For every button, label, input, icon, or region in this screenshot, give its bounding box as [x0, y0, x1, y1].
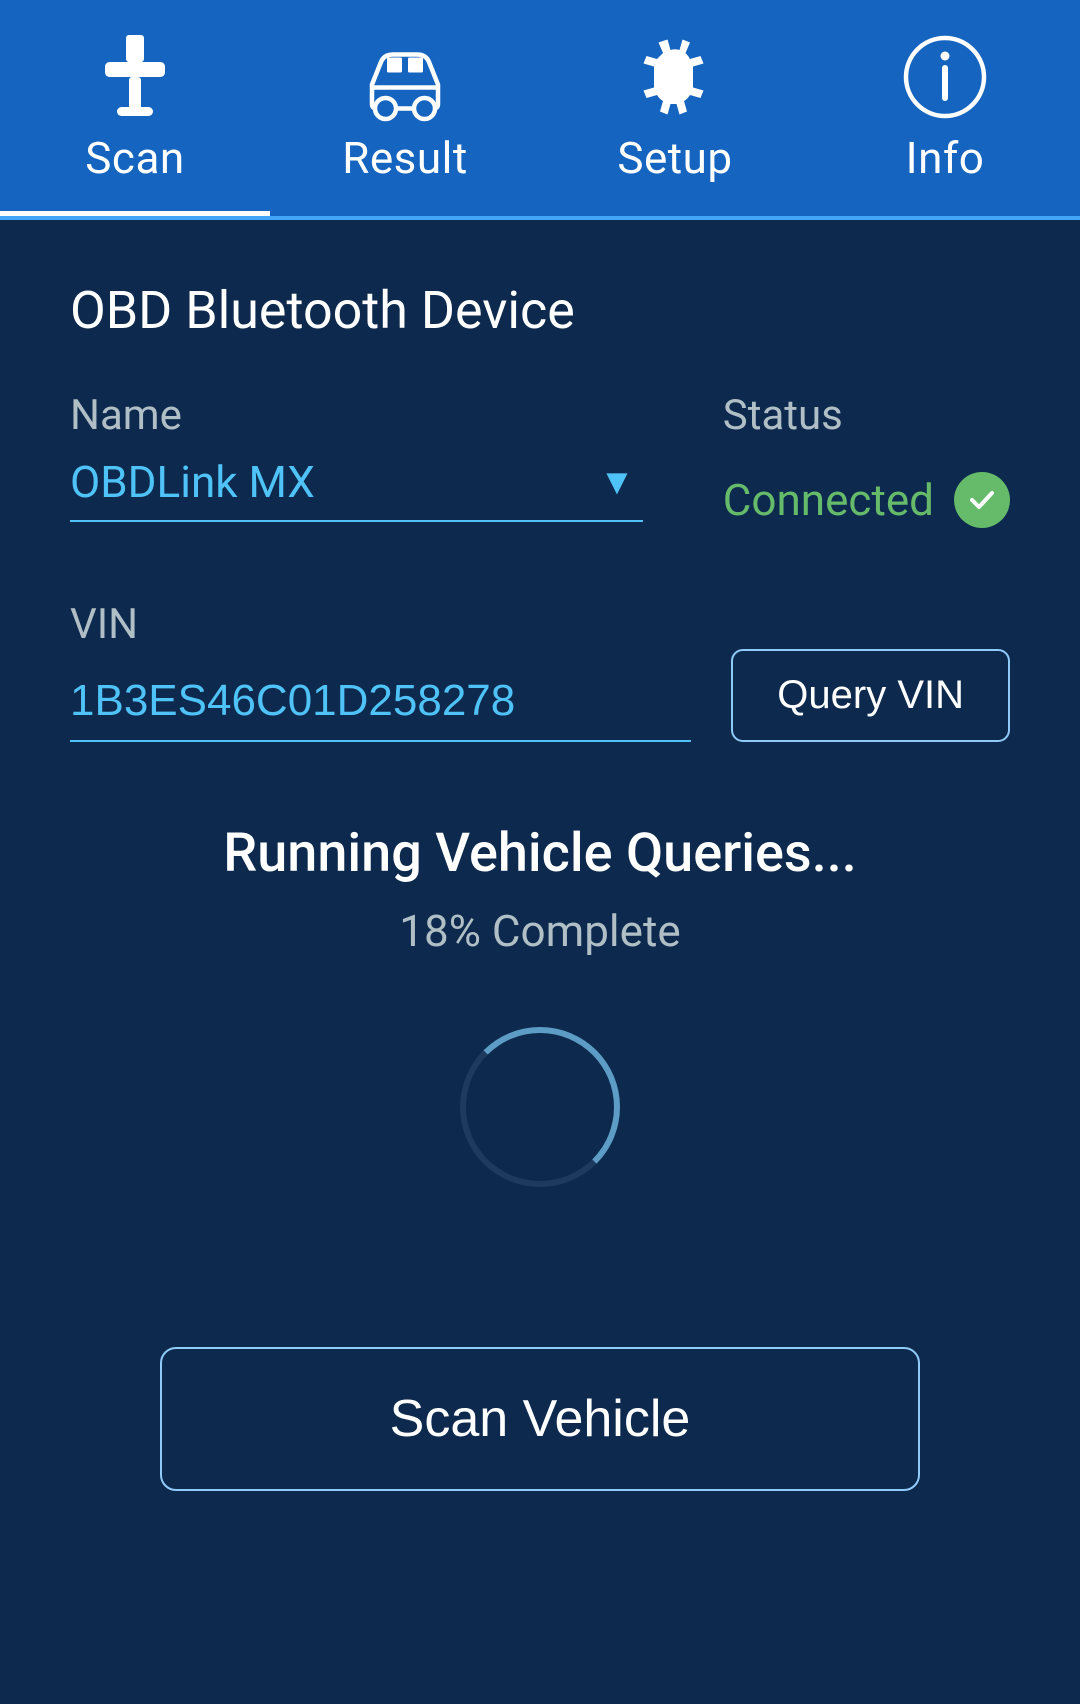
nav-bar: Scan Result Setup Info — [0, 0, 1080, 220]
nav-result-label: Result — [342, 132, 468, 184]
status-row: Connected — [723, 472, 1010, 540]
nav-setup-label: Setup — [617, 132, 732, 184]
device-row: Name OBDLink MX ▼ Status Connected — [70, 391, 1010, 540]
section-title: OBD Bluetooth Device — [70, 280, 1010, 341]
scan-vehicle-button[interactable]: Scan Vehicle — [160, 1347, 920, 1491]
spinner-container — [460, 1027, 620, 1187]
vin-row: Query VIN — [70, 649, 1010, 742]
vin-input-group — [70, 676, 691, 742]
nav-item-setup[interactable]: Setup — [540, 0, 810, 216]
vin-input[interactable] — [70, 676, 691, 742]
vin-section: VIN Query VIN — [70, 600, 1010, 742]
loading-spinner — [460, 1027, 620, 1187]
dropdown-arrow-icon: ▼ — [599, 461, 635, 503]
main-content: OBD Bluetooth Device Name OBDLink MX ▼ S… — [0, 220, 1080, 1551]
vin-label: VIN — [70, 600, 138, 649]
name-field-group: Name OBDLink MX ▼ — [70, 391, 643, 522]
device-dropdown[interactable]: OBDLink MX ▼ — [70, 456, 643, 522]
connected-icon — [954, 472, 1010, 528]
name-label: Name — [70, 391, 643, 440]
status-field-group: Status Connected — [723, 391, 1010, 540]
nav-info-label: Info — [906, 132, 985, 184]
progress-subtitle: 18% Complete — [399, 905, 680, 957]
nav-scan-label: Scan — [85, 132, 184, 184]
nav-item-info[interactable]: Info — [810, 0, 1080, 216]
device-name-value: OBDLink MX — [70, 456, 315, 508]
status-text: Connected — [723, 474, 934, 526]
query-vin-button[interactable]: Query VIN — [731, 649, 1010, 742]
progress-section: Running Vehicle Queries... 18% Complete — [70, 822, 1010, 1267]
status-label: Status — [723, 391, 1010, 440]
nav-item-scan[interactable]: Scan — [0, 0, 270, 216]
nav-item-result[interactable]: Result — [270, 0, 540, 216]
progress-title: Running Vehicle Queries... — [223, 822, 856, 885]
